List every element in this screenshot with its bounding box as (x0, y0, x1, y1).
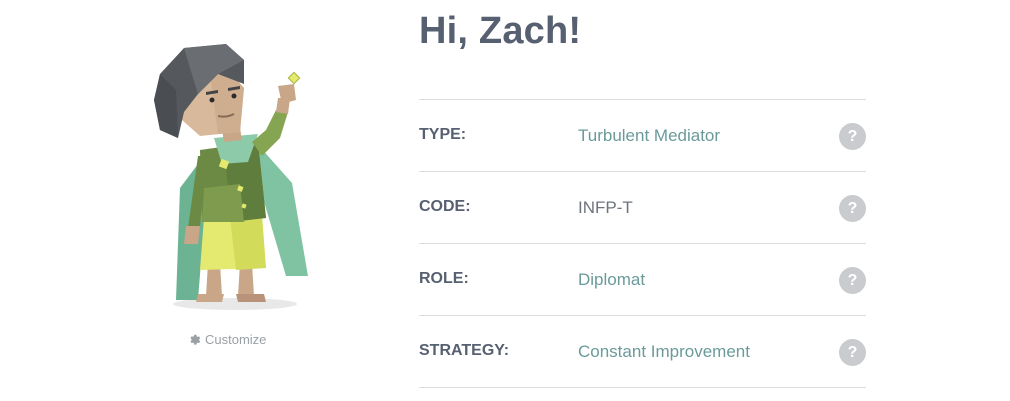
customize-label: Customize (205, 332, 267, 347)
customize-link[interactable]: Customize (188, 332, 266, 347)
help-icon[interactable]: ? (839, 339, 866, 366)
gear-icon (190, 334, 201, 345)
profile-page: Customize Hi, Zach! TYPE: Turbulent Medi… (0, 0, 1010, 401)
page-title: Hi, Zach! (419, 10, 582, 52)
help-icon[interactable]: ? (839, 195, 866, 222)
trait-label: ROLE: (419, 270, 469, 287)
help-icon[interactable]: ? (839, 123, 866, 150)
help-icon[interactable]: ? (839, 267, 866, 294)
trait-value: INFP-T (578, 198, 633, 217)
trait-row-code: CODE: INFP-T ? (419, 172, 866, 244)
trait-label: CODE: (419, 198, 471, 215)
trait-value-link[interactable]: Constant Improvement (578, 342, 750, 362)
trait-row-role: ROLE: Diplomat ? (419, 244, 866, 316)
trait-label: STRATEGY: (419, 342, 510, 359)
avatar (154, 44, 308, 310)
trait-value-link[interactable]: Diplomat (578, 270, 645, 290)
trait-row-type: TYPE: Turbulent Mediator ? (419, 100, 866, 172)
trait-value-link[interactable]: Turbulent Mediator (578, 126, 720, 146)
trait-label: TYPE: (419, 126, 467, 143)
trait-row-strategy: STRATEGY: Constant Improvement ? (419, 316, 866, 388)
traits-table: TYPE: Turbulent Mediator ? CODE: INFP-T … (419, 99, 866, 388)
